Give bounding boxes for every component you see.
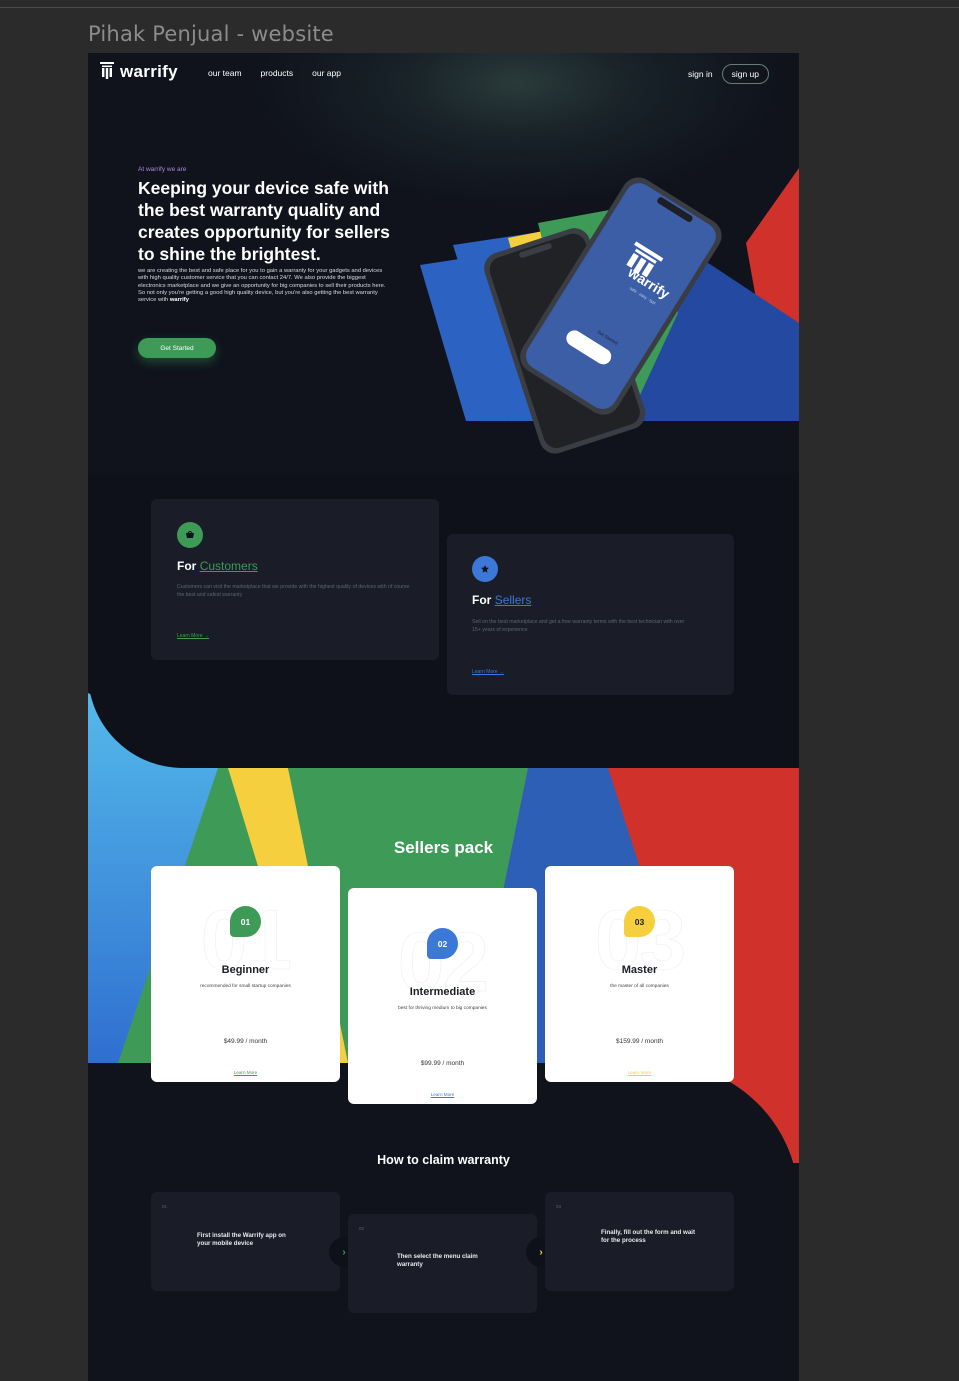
- claim-step-3: 03 Finally, fill out the form and wait f…: [545, 1192, 734, 1291]
- step-number: 03: [556, 1204, 562, 1209]
- plan-learn-more-link[interactable]: Learn More: [151, 1070, 340, 1075]
- plan-number-badge: 02: [427, 928, 458, 959]
- sellers-card-description: Sell on the best marketplace and get a f…: [472, 619, 685, 633]
- get-started-button[interactable]: Get Started: [138, 338, 216, 358]
- frame-title: Pihak Penjual - website: [88, 22, 334, 46]
- sign-up-button[interactable]: sign up: [721, 64, 769, 84]
- claim-warranty-title: How to claim warranty: [377, 1153, 510, 1167]
- customers-learn-more-link[interactable]: Learn More →: [177, 633, 209, 639]
- plan-number-badge: 03: [624, 906, 655, 937]
- plan-subtitle: best for thriving medium to big companie…: [398, 1006, 487, 1011]
- window-top-border: [0, 7, 959, 8]
- hero-description: we are creating the best and safe place …: [138, 268, 388, 304]
- sellers-learn-more-link[interactable]: Learn More →: [472, 669, 504, 675]
- plan-card-intermediate[interactable]: 02 02 Intermediate best for thriving med…: [348, 888, 537, 1104]
- main-nav: our team products our app: [208, 68, 341, 78]
- plan-price: $49.99 / month: [223, 1038, 268, 1045]
- basket-icon: [177, 522, 203, 548]
- logo-wordmark: warrify: [120, 62, 178, 81]
- plan-name: Beginner: [221, 964, 270, 976]
- plan-learn-more-link[interactable]: Learn More: [545, 1070, 734, 1075]
- plan-number-badge: 01: [230, 906, 261, 937]
- step-text: Then select the menu claim warranty: [397, 1253, 478, 1268]
- sellers-card-title: For Sellers: [472, 593, 531, 607]
- plan-price: $159.99 / month: [616, 1038, 663, 1045]
- sellers-title-link[interactable]: Sellers: [495, 593, 532, 607]
- plan-card-beginner[interactable]: 01 01 Beginner recommended for small sta…: [151, 866, 340, 1082]
- website-frame: warrify safe · easy · fast Get Started w…: [88, 53, 799, 1381]
- step-number: 02: [359, 1226, 365, 1231]
- step-text: Finally, fill out the form and wait for …: [601, 1229, 696, 1244]
- sellers-title-prefix: For: [472, 593, 492, 607]
- hero-description-brand: warrify: [169, 297, 189, 304]
- plan-name: Master: [621, 964, 658, 976]
- customers-card-title: For Customers: [177, 559, 258, 573]
- step-text: First install the Warrify app on your mo…: [197, 1232, 286, 1247]
- hero-headline: Keeping your device safe with the best w…: [138, 178, 390, 264]
- auth-nav: sign in sign up: [688, 64, 769, 84]
- sellers-card: For Sellers Sell on the best marketplace…: [447, 534, 734, 695]
- step-number: 01: [162, 1204, 168, 1209]
- hero-eyebrow: At warrify we are: [138, 166, 187, 173]
- nav-link-our-team[interactable]: our team: [208, 68, 242, 78]
- badge-icon: [472, 556, 498, 582]
- plan-subtitle: recommended for small startup companies: [200, 984, 291, 989]
- plan-name: Intermediate: [409, 986, 476, 998]
- customers-card: For Customers Customers can visit the ma…: [151, 499, 439, 660]
- warrify-logo-icon: [100, 62, 114, 79]
- sellers-pack-title: Sellers pack: [393, 838, 494, 857]
- claim-step-2: 02 Then select the menu claim warranty: [348, 1214, 537, 1313]
- plan-price: $99.99 / month: [420, 1060, 465, 1067]
- sign-in-link[interactable]: sign in: [688, 69, 713, 79]
- nav-link-our-app[interactable]: our app: [312, 68, 341, 78]
- plan-card-master[interactable]: 03 03 Master the master of all companies…: [545, 866, 734, 1082]
- customers-title-link[interactable]: Customers: [200, 559, 258, 573]
- nav-link-products[interactable]: products: [261, 68, 294, 78]
- customers-title-prefix: For: [177, 559, 197, 573]
- claim-step-1: 01 First install the Warrify app on your…: [151, 1192, 340, 1291]
- plan-subtitle: the master of all companies: [610, 984, 669, 989]
- customers-card-description: Customers can visit the marketplace that…: [177, 584, 410, 598]
- plan-learn-more-link[interactable]: Learn More: [348, 1092, 537, 1097]
- logo[interactable]: warrify: [100, 62, 178, 82]
